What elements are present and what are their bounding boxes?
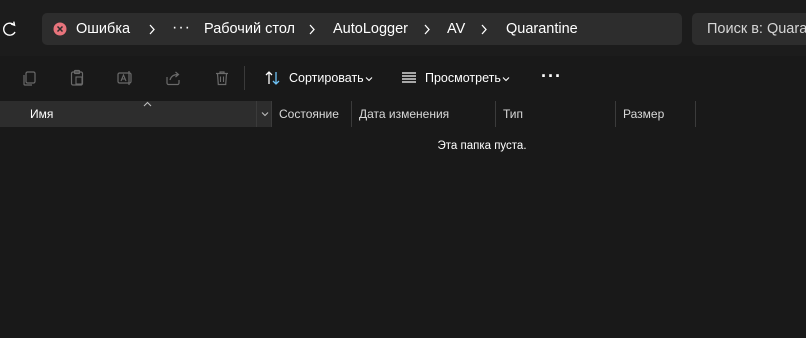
column-status-label: Состояние bbox=[279, 107, 339, 121]
column-name-dropdown[interactable] bbox=[256, 101, 272, 127]
chevron-down-icon bbox=[365, 77, 373, 82]
column-header-size[interactable]: Размер bbox=[616, 101, 696, 127]
refresh-icon[interactable] bbox=[2, 20, 18, 38]
breadcrumb-desktop[interactable]: Рабочий стол bbox=[204, 13, 295, 45]
column-date-label: Дата изменения bbox=[359, 107, 450, 121]
chevron-right-icon[interactable] bbox=[423, 24, 431, 35]
column-header-status[interactable]: Состояние bbox=[272, 101, 352, 127]
column-header-type[interactable]: Тип bbox=[496, 101, 616, 127]
view-list-icon bbox=[402, 72, 416, 83]
chevron-right-icon[interactable] bbox=[308, 24, 316, 35]
view-label: Просмотреть bbox=[425, 71, 501, 85]
breadcrumb-quarantine[interactable]: Quarantine bbox=[506, 13, 578, 45]
empty-folder-message: Эта папка пуста. bbox=[437, 140, 527, 152]
search-placeholder: Поиск в: Quarantine bbox=[707, 21, 806, 37]
paste-icon[interactable] bbox=[68, 69, 86, 87]
sort-label: Сортировать bbox=[289, 71, 364, 85]
sort-icon bbox=[265, 71, 280, 85]
column-size-label: Размер bbox=[623, 107, 665, 121]
delete-icon[interactable] bbox=[213, 69, 231, 87]
column-header-name[interactable]: Имя bbox=[0, 101, 256, 127]
rename-icon[interactable] bbox=[116, 69, 134, 87]
search-box[interactable]: Поиск в: Quarantine bbox=[692, 13, 806, 45]
more-options-button[interactable]: ··· bbox=[541, 56, 562, 101]
column-header-row: Имя Состояние Дата изменения Тип Размер bbox=[0, 101, 806, 127]
chevron-down-icon bbox=[502, 77, 510, 82]
command-bar: Сортировать Просмотреть ··· bbox=[0, 56, 806, 101]
chevron-down-icon bbox=[261, 112, 269, 117]
breadcrumb-overflow[interactable]: ··· bbox=[172, 13, 191, 45]
address-bar[interactable]: Ошибка ··· Рабочий стол AutoLogger AV Qu… bbox=[42, 13, 682, 45]
share-icon[interactable] bbox=[164, 69, 182, 87]
copy-icon[interactable] bbox=[21, 69, 39, 87]
sort-ascending-icon bbox=[143, 101, 152, 107]
column-name-label: Имя bbox=[30, 107, 54, 121]
breadcrumb-av[interactable]: AV bbox=[447, 13, 465, 45]
chevron-right-icon[interactable] bbox=[480, 24, 488, 35]
column-type-label: Тип bbox=[503, 107, 524, 121]
column-header-date[interactable]: Дата изменения bbox=[352, 101, 496, 127]
view-button[interactable]: Просмотреть bbox=[395, 56, 517, 101]
breadcrumb-autologger[interactable]: AutoLogger bbox=[333, 13, 408, 45]
breadcrumb-error[interactable]: Ошибка bbox=[76, 13, 130, 45]
address-bar-area: Ошибка ··· Рабочий стол AutoLogger AV Qu… bbox=[0, 0, 806, 56]
chevron-right-icon[interactable] bbox=[148, 24, 156, 35]
error-icon bbox=[53, 22, 67, 36]
toolbar-separator bbox=[244, 66, 245, 90]
sort-button[interactable]: Сортировать bbox=[258, 56, 378, 101]
